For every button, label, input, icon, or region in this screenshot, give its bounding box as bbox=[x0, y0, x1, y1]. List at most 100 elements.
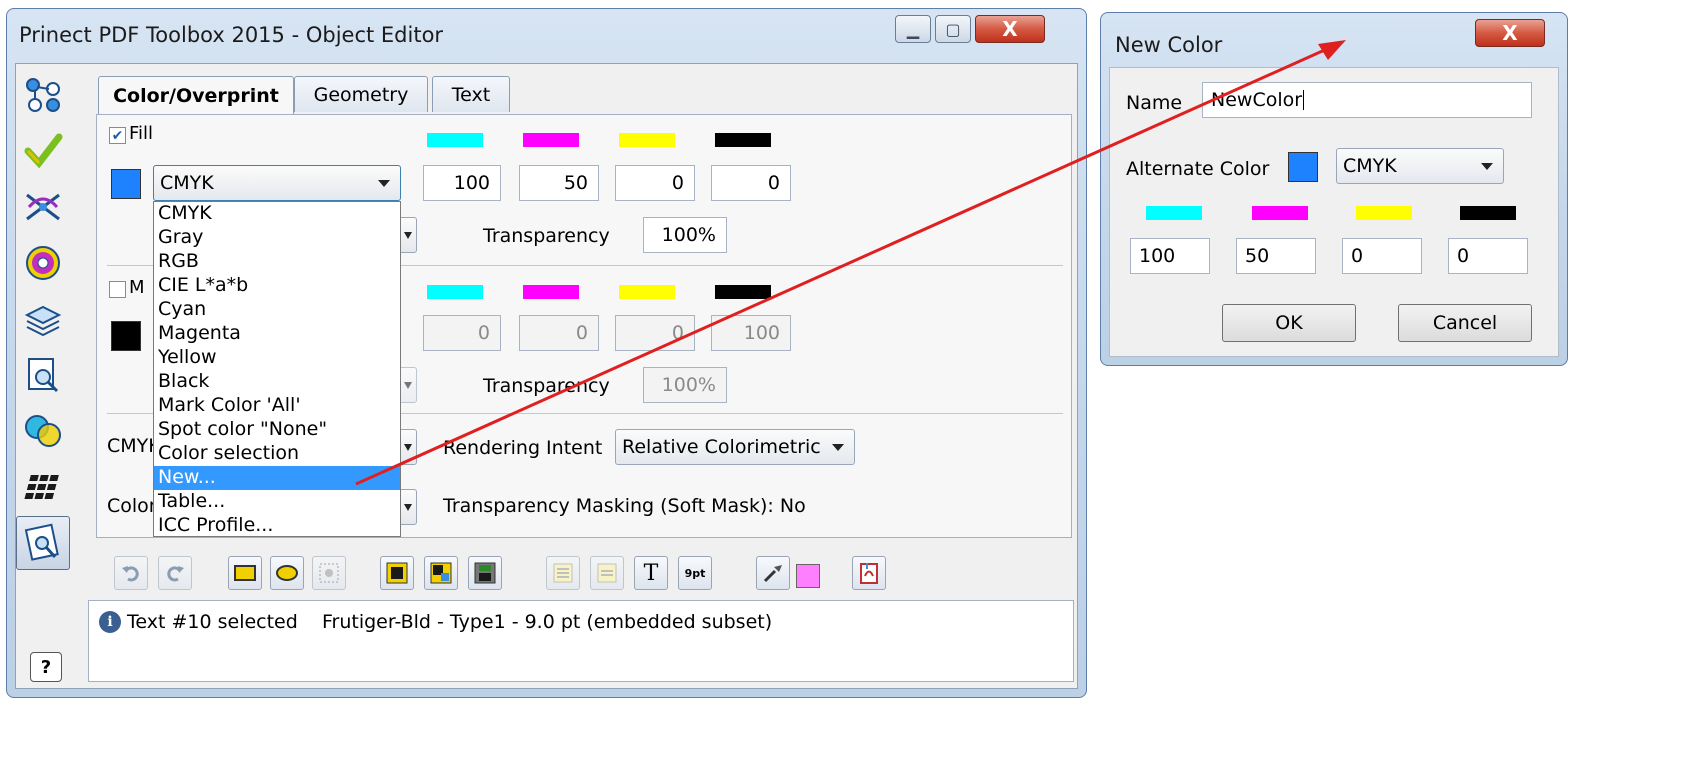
dropdown-item-new[interactable]: New... bbox=[154, 466, 400, 490]
dropdown-item-cmyk[interactable]: CMYK bbox=[154, 202, 400, 226]
editor-client-area: ? Color/Overprint Geometry Text ✔ Fill C… bbox=[15, 63, 1078, 689]
grid-tool-icon[interactable] bbox=[18, 462, 68, 512]
dialog-cyan-field[interactable]: 100 bbox=[1130, 238, 1210, 274]
dialog-title: New Color bbox=[1115, 33, 1223, 57]
object-editor-window: Prinect PDF Toolbox 2015 - Object Editor… bbox=[6, 8, 1087, 698]
fill-checkbox[interactable]: ✔ bbox=[109, 127, 126, 144]
info-icon: i bbox=[99, 611, 121, 633]
alternate-colorspace-select[interactable]: CMYK bbox=[1336, 148, 1504, 184]
document-search-tool-icon[interactable] bbox=[18, 350, 68, 400]
fill-transparency-label: Transparency bbox=[483, 225, 610, 247]
image-tile-icon-2[interactable] bbox=[424, 556, 458, 590]
fill-colorspace-select[interactable]: CMYK bbox=[153, 165, 401, 201]
dropdown-item-mark-color-all[interactable]: Mark Color 'All' bbox=[154, 394, 400, 418]
dialog-black-ink-swatch bbox=[1460, 206, 1516, 220]
image-tile-icon-3[interactable] bbox=[468, 556, 502, 590]
alternate-color-swatch[interactable] bbox=[1288, 152, 1318, 182]
stroke-magenta-ink-swatch bbox=[523, 285, 579, 299]
redo-icon[interactable] bbox=[158, 556, 192, 590]
status-text: Text #10 selected Frutiger-Bld - Type1 -… bbox=[127, 611, 773, 633]
name-label: Name bbox=[1126, 92, 1183, 114]
color-label: Color bbox=[107, 495, 157, 517]
fill-colorspace-value: CMYK bbox=[160, 172, 214, 194]
highlight-color-swatch[interactable] bbox=[796, 564, 820, 588]
stroke-magenta-field[interactable]: 0 bbox=[519, 315, 599, 351]
yellow-ink-swatch bbox=[619, 133, 675, 147]
black-ink-swatch bbox=[715, 133, 771, 147]
fill-transparency-field[interactable]: 100% bbox=[643, 217, 727, 253]
stroke-yellow-field[interactable]: 0 bbox=[615, 315, 695, 351]
fill-label: Fill bbox=[129, 123, 154, 144]
layers-tool-icon[interactable] bbox=[18, 294, 68, 344]
dropdown-item-rgb[interactable]: RGB bbox=[154, 250, 400, 274]
stroke-transparency-field[interactable]: 100% bbox=[643, 367, 727, 403]
stroke-cyan-ink-swatch bbox=[427, 285, 483, 299]
fill-yellow-field[interactable]: 0 bbox=[615, 165, 695, 201]
pattern-icon[interactable] bbox=[312, 556, 346, 590]
stroke-black-ink-swatch bbox=[715, 285, 771, 299]
dialog-client-area: Name NewColor Alternate Color CMYK 100 5… bbox=[1109, 67, 1559, 357]
dropdown-item-magenta[interactable]: Magenta bbox=[154, 322, 400, 346]
dropdown-item-yellow[interactable]: Yellow bbox=[154, 346, 400, 370]
undo-icon[interactable] bbox=[114, 556, 148, 590]
dialog-close-button[interactable]: X bbox=[1475, 19, 1545, 47]
tab-color-overprint[interactable]: Color/Overprint bbox=[98, 76, 294, 114]
dialog-yellow-field[interactable]: 0 bbox=[1342, 238, 1422, 274]
ellipse-icon[interactable] bbox=[270, 556, 304, 590]
name-input[interactable]: NewColor bbox=[1202, 82, 1532, 118]
dialog-black-field[interactable]: 0 bbox=[1448, 238, 1528, 274]
stroke-color-swatch[interactable] bbox=[111, 321, 141, 351]
align-center-icon[interactable] bbox=[590, 556, 624, 590]
stroke-transparency-label: Transparency bbox=[483, 375, 610, 397]
editor-tabs: Color/Overprint Geometry Text bbox=[98, 76, 1058, 116]
checkmark-tool-icon[interactable] bbox=[18, 126, 68, 176]
fill-magenta-field[interactable]: 50 bbox=[519, 165, 599, 201]
cyan-ink-swatch bbox=[427, 133, 483, 147]
dialog-magenta-field[interactable]: 50 bbox=[1236, 238, 1316, 274]
dropdown-item-icc-profile[interactable]: ICC Profile... bbox=[154, 514, 400, 538]
text-tool-icon[interactable]: T bbox=[634, 556, 668, 590]
font-size-button[interactable]: 9pt bbox=[678, 556, 712, 590]
curve-tool-icon[interactable] bbox=[18, 182, 68, 232]
tab-text[interactable]: Text bbox=[432, 76, 510, 112]
new-color-dialog: New Color X Name NewColor Alternate Colo… bbox=[1100, 12, 1568, 366]
ok-button[interactable]: OK bbox=[1222, 304, 1356, 342]
tab-geometry[interactable]: Geometry bbox=[294, 76, 428, 112]
stroke-cyan-field[interactable]: 0 bbox=[423, 315, 501, 351]
dropdown-item-black[interactable]: Black bbox=[154, 370, 400, 394]
window-title: Prinect PDF Toolbox 2015 - Object Editor bbox=[19, 23, 444, 47]
pdf-export-icon[interactable] bbox=[852, 556, 886, 590]
dropdown-item-table[interactable]: Table... bbox=[154, 490, 400, 514]
rendering-intent-select[interactable]: Relative Colorimetric bbox=[615, 429, 855, 465]
minimize-button[interactable]: ▁ bbox=[895, 15, 931, 43]
color-circles-tool-icon[interactable] bbox=[18, 406, 68, 456]
stroke-label: M bbox=[129, 277, 145, 298]
connect-nodes-tool-icon[interactable] bbox=[18, 70, 68, 120]
color-disc-tool-icon[interactable] bbox=[18, 238, 68, 288]
close-button[interactable]: X bbox=[975, 15, 1045, 43]
dropdown-item-cyan[interactable]: Cyan bbox=[154, 298, 400, 322]
help-button[interactable]: ? bbox=[30, 652, 62, 682]
dropdown-item-cie-lab[interactable]: CIE L*a*b bbox=[154, 274, 400, 298]
align-left-icon[interactable] bbox=[546, 556, 580, 590]
stroke-checkbox[interactable] bbox=[109, 281, 126, 298]
image-tile-icon-1[interactable] bbox=[380, 556, 414, 590]
object-editor-tool-icon[interactable] bbox=[16, 516, 70, 570]
dropdown-item-color-selection[interactable]: Color selection bbox=[154, 442, 400, 466]
magenta-ink-swatch bbox=[523, 133, 579, 147]
dropdown-item-gray[interactable]: Gray bbox=[154, 226, 400, 250]
fill-color-swatch[interactable] bbox=[111, 169, 141, 199]
color-overprint-panel: ✔ Fill CMYK 100 50 0 0 Transparency 100%… bbox=[96, 114, 1072, 538]
eyedropper-icon[interactable] bbox=[756, 556, 790, 590]
rectangle-icon[interactable] bbox=[228, 556, 262, 590]
maximize-button[interactable]: ▢ bbox=[935, 15, 971, 43]
editor-toolbar: T 9pt bbox=[96, 552, 1072, 596]
fill-cyan-field[interactable]: 100 bbox=[423, 165, 501, 201]
rendering-intent-value: Relative Colorimetric bbox=[622, 436, 821, 458]
cancel-button[interactable]: Cancel bbox=[1398, 304, 1532, 342]
colorspace-dropdown-list: CMYK Gray RGB CIE L*a*b Cyan Magenta Yel… bbox=[153, 201, 401, 537]
fill-black-field[interactable]: 0 bbox=[711, 165, 791, 201]
dialog-cyan-ink-swatch bbox=[1146, 206, 1202, 220]
stroke-black-field[interactable]: 100 bbox=[711, 315, 791, 351]
dropdown-item-spot-color-none[interactable]: Spot color "None" bbox=[154, 418, 400, 442]
